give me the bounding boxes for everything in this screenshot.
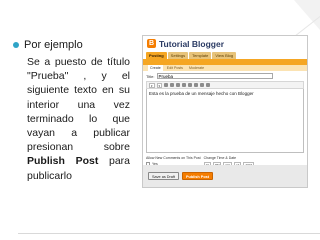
subtab-edit-posts[interactable]: Edit Posts xyxy=(165,65,185,71)
time-label: Change Time & Date xyxy=(203,156,237,160)
bullet-dot-icon xyxy=(13,42,19,48)
action-bar: Save as Draft Publish Post xyxy=(143,165,307,187)
tab-view-blog[interactable]: View Blog xyxy=(212,52,237,59)
font-select[interactable]: ▾ xyxy=(149,82,155,88)
bottom-rule xyxy=(18,233,320,234)
title-row: Title: Prueba xyxy=(143,71,307,81)
tab-template[interactable]: Template xyxy=(189,52,212,59)
blogger-header: B Tutorial Blogger xyxy=(143,36,307,51)
comments-label: Allow New Comments on This Post xyxy=(146,156,201,160)
editor-toolbar: ▾ ▾ xyxy=(146,81,304,89)
blogger-logo-icon: B xyxy=(147,39,156,48)
link-icon[interactable] xyxy=(182,83,187,87)
blog-title: Tutorial Blogger xyxy=(159,38,225,49)
title-input[interactable]: Prueba xyxy=(156,73,273,79)
size-select[interactable]: ▾ xyxy=(156,82,163,88)
save-draft-button[interactable]: Save as Draft xyxy=(148,172,180,180)
bold-icon[interactable] xyxy=(164,83,169,87)
body-paragraph: Se a puesto de título "Prueba" , y el si… xyxy=(27,55,130,183)
main-tabs: Posting Settings Template View Blog xyxy=(143,52,307,59)
subtab-moderate[interactable]: Moderate xyxy=(187,65,206,71)
bullet-item: Por ejemplo xyxy=(13,39,83,51)
post-editor[interactable]: Esta es la prueba de un mensaje hecho co… xyxy=(146,89,304,153)
list-icon[interactable] xyxy=(200,83,205,87)
align-left-icon[interactable] xyxy=(188,83,193,87)
title-label: Title: xyxy=(146,73,155,79)
blogger-screenshot: B Tutorial Blogger Posting Settings Temp… xyxy=(142,35,308,188)
bullet-text: Por ejemplo xyxy=(24,39,83,51)
body-text-part1: Se a puesto de título "Prueba" , y el si… xyxy=(27,56,130,154)
publish-post-button[interactable]: Publish Post xyxy=(182,172,214,180)
image-icon[interactable] xyxy=(206,83,211,87)
italic-icon[interactable] xyxy=(170,83,175,87)
tab-posting[interactable]: Posting xyxy=(146,52,167,59)
align-center-icon[interactable] xyxy=(194,83,199,87)
subtab-create[interactable]: Create xyxy=(148,65,163,71)
body-text-strong: Publish Post xyxy=(27,155,99,168)
tab-settings[interactable]: Settings xyxy=(167,52,189,59)
color-icon[interactable] xyxy=(176,83,181,87)
